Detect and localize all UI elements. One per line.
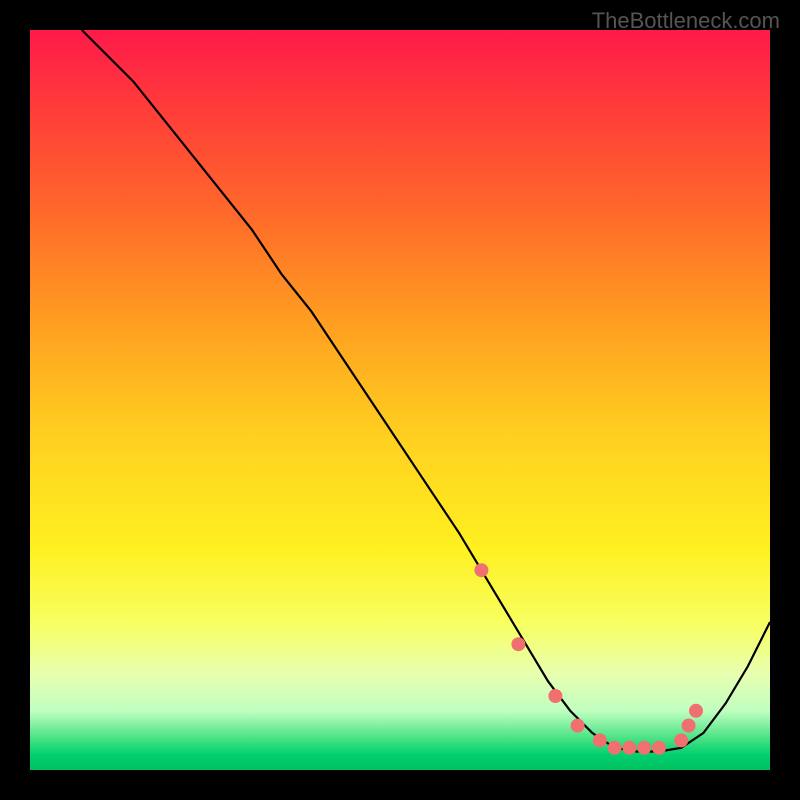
- chart-marker-dot: [652, 741, 666, 755]
- chart-marker-dot: [637, 741, 651, 755]
- chart-marker-dot: [682, 719, 696, 733]
- chart-marker-dot: [689, 704, 703, 718]
- chart-marker-dot: [511, 637, 525, 651]
- chart-marker-dot: [571, 719, 585, 733]
- watermark-text: TheBottleneck.com: [592, 8, 780, 34]
- chart-marker-dot: [593, 733, 607, 747]
- chart-line: [82, 30, 770, 752]
- chart-marker-dot: [474, 563, 488, 577]
- chart-marker-dot: [608, 741, 622, 755]
- chart-marker-dot: [674, 733, 688, 747]
- chart-markers: [474, 563, 703, 755]
- chart-svg: [30, 30, 770, 770]
- chart-plot-area: [30, 30, 770, 770]
- chart-marker-dot: [622, 741, 636, 755]
- chart-marker-dot: [548, 689, 562, 703]
